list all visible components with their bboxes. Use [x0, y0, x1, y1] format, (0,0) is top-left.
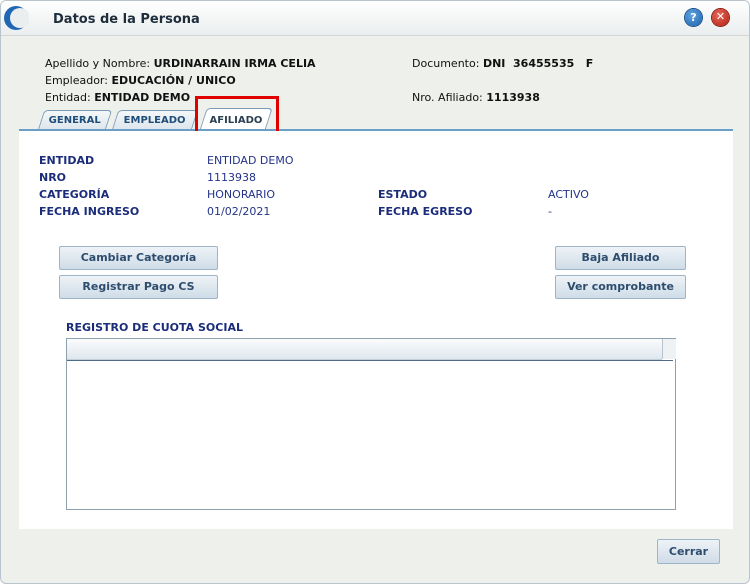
nro-field-value: 1113938 [207, 171, 256, 184]
entidad-label: Entidad: [45, 91, 91, 104]
nro-field-label: NRO [39, 171, 67, 184]
afiliado-label: Nro. Afiliado: [412, 91, 483, 104]
documento-label: Documento: [412, 57, 480, 70]
tab-empleado-label: EMPLEADO [123, 115, 186, 126]
registro-grid[interactable] [66, 338, 676, 510]
nombre-label: Apellido y Nombre: [45, 57, 151, 70]
categoria-field-label: CATEGORÍA [39, 188, 110, 201]
tab-general[interactable]: GENERAL [37, 110, 113, 130]
grid-header-divider [67, 360, 673, 361]
empleador-value: EDUCACIÓN / UNICO [111, 74, 236, 87]
afiliado-row: Nro. Afiliado: 1113938 [412, 91, 540, 104]
estado-field-label: ESTADO [378, 188, 428, 201]
cerrar-button[interactable]: Cerrar [657, 539, 720, 564]
grid-scrollbar-corner[interactable] [662, 339, 676, 359]
help-icon[interactable]: ? [685, 9, 702, 26]
fecha-egreso-label: FECHA EGRESO [378, 205, 473, 218]
title-bar: Datos de la Persona ? ✕ [1, 1, 749, 36]
categoria-field-value: HONORARIO [207, 188, 276, 201]
app-logo-icon [4, 6, 29, 30]
registrar-pago-button[interactable]: Registrar Pago CS [59, 275, 218, 299]
fecha-ingreso-label: FECHA INGRESO [39, 205, 140, 218]
tab-general-label: GENERAL [48, 115, 101, 126]
grid-header [67, 339, 662, 360]
entidad-value: ENTIDAD DEMO [94, 91, 191, 104]
documento-value: DNI 36455535 F [482, 57, 594, 70]
afiliado-value: 1113938 [486, 91, 540, 104]
documento-row: Documento: DNI 36455535 F [412, 57, 593, 70]
tab-empleado[interactable]: EMPLEADO [111, 110, 199, 130]
ver-comprobante-button[interactable]: Ver comprobante [555, 275, 686, 299]
fecha-egreso-value: - [548, 205, 552, 218]
fecha-ingreso-value: 01/02/2021 [207, 205, 271, 218]
entidad-field-value: ENTIDAD DEMO [207, 154, 294, 167]
person-details-window: Datos de la Persona ? ✕ Apellido y Nombr… [0, 0, 750, 584]
registro-title: REGISTRO DE CUOTA SOCIAL [66, 321, 243, 334]
nombre-row: Apellido y Nombre: URDINARRAIN IRMA CELI… [45, 57, 316, 70]
entidad-field-label: ENTIDAD [39, 154, 95, 167]
cambiar-categoria-button[interactable]: Cambiar Categoría [59, 246, 218, 270]
close-icon[interactable]: ✕ [712, 9, 729, 26]
empleador-label: Empleador: [45, 74, 108, 87]
entidad-row: Entidad: ENTIDAD DEMO [45, 91, 190, 104]
nombre-value: URDINARRAIN IRMA CELIA [153, 57, 316, 70]
highlight-box [195, 96, 279, 136]
window-title: Datos de la Persona [53, 12, 200, 27]
empleador-row: Empleador: EDUCACIÓN / UNICO [45, 74, 236, 87]
estado-field-value: ACTIVO [548, 188, 589, 201]
baja-afiliado-button[interactable]: Baja Afiliado [555, 246, 686, 270]
